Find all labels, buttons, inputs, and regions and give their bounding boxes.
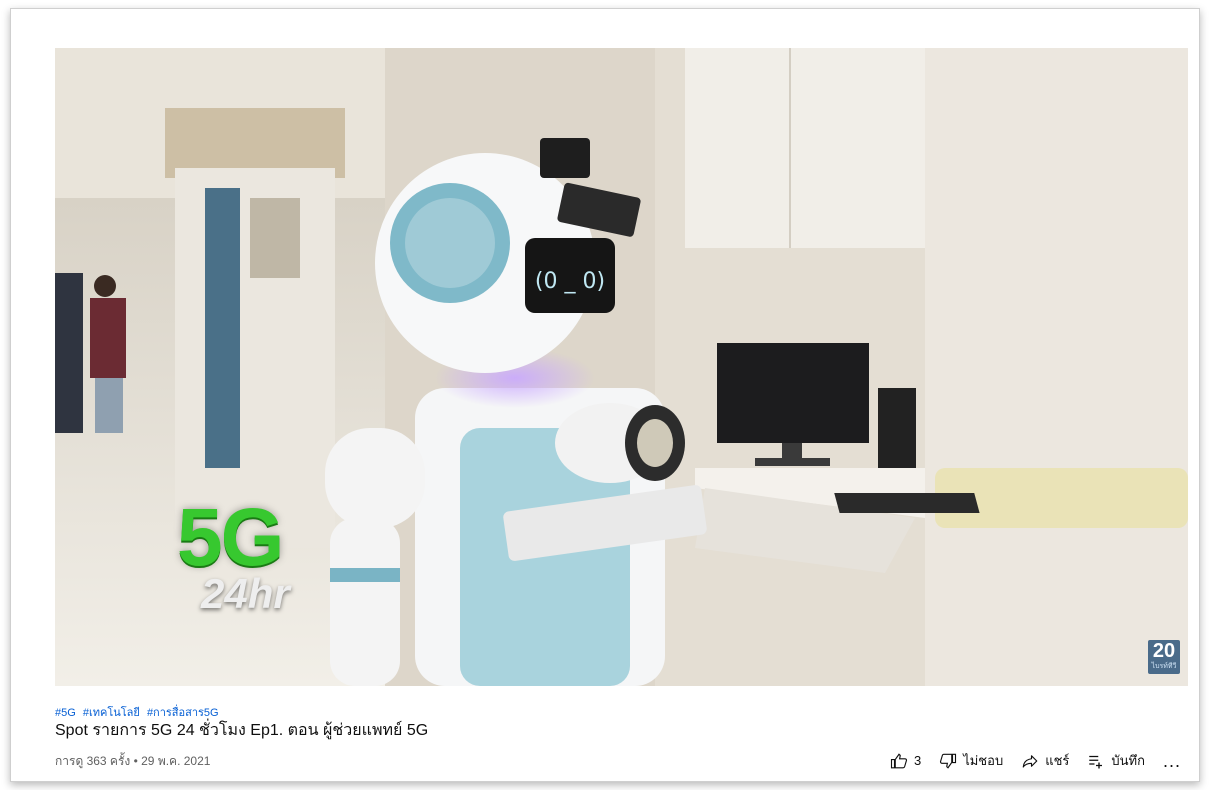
video-title: Spot รายการ 5G 24 ชั่วโมง Ep1. ตอน ผู้ช่…	[55, 722, 429, 739]
share-button[interactable]: แชร์	[1021, 750, 1069, 771]
playlist-add-icon	[1089, 755, 1103, 768]
channel-logo-number: 20	[1152, 640, 1176, 662]
share-label: แชร์	[1045, 753, 1070, 768]
thumb-up-icon	[890, 752, 908, 768]
svg-text:(0 _ 0): (0 _ 0)	[535, 269, 605, 294]
channel-logo-sub: ไบรท์ทีวี	[1151, 663, 1177, 670]
share-arrow-icon	[1022, 754, 1038, 768]
save-button[interactable]: บันทึก	[1087, 750, 1145, 771]
channel-logo: 20 ไบรท์ทีวี	[1148, 640, 1180, 674]
like-count: 3	[913, 753, 922, 768]
video-meta: การดู 363 ครั้ง • 29 พ.ค. 2021	[55, 754, 211, 768]
watermark-24hr: 24hr	[201, 570, 290, 617]
like-button[interactable]: 3	[890, 752, 921, 770]
dislike-label: ไม่ชอบ	[963, 753, 1004, 768]
save-label: บันทึก	[1111, 753, 1145, 768]
more-button[interactable]: ...	[1162, 750, 1181, 771]
more-horiz-icon: ...	[1162, 750, 1181, 771]
action-bar: 3 ไม่ชอบ แชร์ บันทึก ...	[872, 750, 1181, 771]
dislike-button[interactable]: ไม่ชอบ	[939, 750, 1003, 771]
video-player[interactable]: (0 _ 0) 5G 24hr 20 ไบรท์ทีวี	[55, 48, 1188, 686]
thumb-down-icon	[940, 753, 957, 769]
